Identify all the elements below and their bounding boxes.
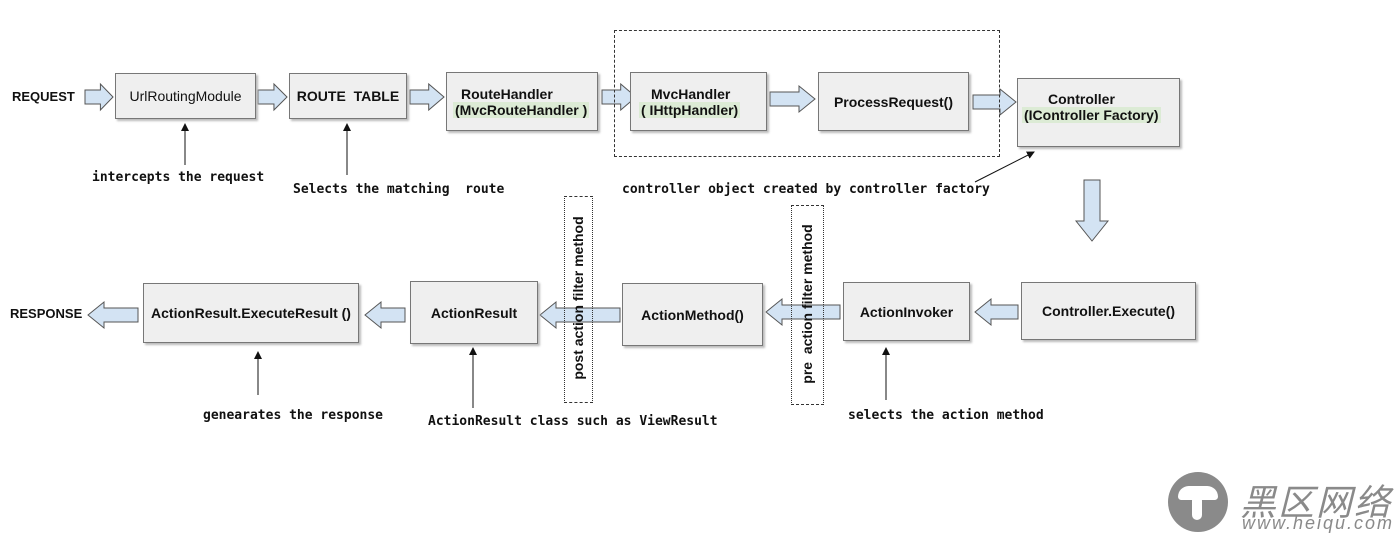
box-label: Controller <box>1048 91 1115 107</box>
box-sublabel: (MvcRouteHandler ) <box>453 101 590 118</box>
flow-arrow <box>87 300 139 330</box>
diagram-canvas: REQUEST RESPONSE UrlRoutingModule ROUTE … <box>0 0 1400 539</box>
flow-arrow-down <box>1074 179 1110 242</box>
box-label: ProcessRequest() <box>833 93 954 110</box>
flow-arrow <box>257 82 288 112</box>
request-label: REQUEST <box>12 89 75 104</box>
response-label: RESPONSE <box>10 306 83 321</box>
action-method-box: ActionMethod() <box>622 283 763 346</box>
controller-execute-box: Controller.Execute() <box>1021 282 1196 340</box>
box-sublabel: ( IHttpHandler) <box>639 101 741 118</box>
annotation-intercepts: intercepts the request <box>92 170 265 185</box>
annotation-generates-response: genearates the response <box>203 408 384 423</box>
box-label: MvcHandler <box>651 85 731 102</box>
box-label: RouteHandler <box>461 85 553 102</box>
box-label: Controller.Execute() <box>1041 303 1176 319</box>
route-handler-box: RouteHandler (MvcRouteHandler ) <box>446 72 598 131</box>
mvc-handler-box: MvcHandler ( IHttpHandler) <box>630 72 767 131</box>
process-request-box: ProcessRequest() <box>818 72 969 131</box>
annotation-controller-created: controller object created by controller … <box>622 182 990 197</box>
post-filter-label: post action filter method <box>570 216 586 380</box>
annotation-selects-action: selects the action method <box>848 408 1044 423</box>
box-label: UrlRoutingModule <box>129 88 242 104</box>
box-label: ActionMethod() <box>641 306 744 323</box>
watermark-url: www.heiqu.com <box>1242 513 1395 533</box>
watermark-logo <box>1168 472 1228 532</box>
box-label: ActionResult.ExecuteResult () <box>151 305 351 321</box>
url-routing-module-box: UrlRoutingModule <box>115 73 256 119</box>
route-table-box: ROUTE TABLE <box>289 73 407 119</box>
flow-arrow <box>364 300 406 330</box>
annotation-action-result-class: ActionResult class such as ViewResult <box>428 414 718 429</box>
pre-filter-label: pre action filter method <box>799 224 815 384</box>
box-label: ActionInvoker <box>859 303 954 320</box>
box-sublabel: (IController Factory) <box>1022 107 1161 123</box>
flow-arrow <box>84 82 114 112</box>
controller-box: Controller (IController Factory) <box>1017 78 1180 147</box>
box-label: ROUTE TABLE <box>296 88 400 104</box>
box-label: ActionResult <box>430 304 518 321</box>
flow-arrow <box>409 82 445 112</box>
action-invoker-box: ActionInvoker <box>843 282 970 341</box>
action-result-box: ActionResult <box>410 281 538 344</box>
annotation-selects-route: Selects the matching route <box>293 182 505 197</box>
flow-arrow <box>974 297 1019 327</box>
execute-result-box: ActionResult.ExecuteResult () <box>143 283 359 343</box>
